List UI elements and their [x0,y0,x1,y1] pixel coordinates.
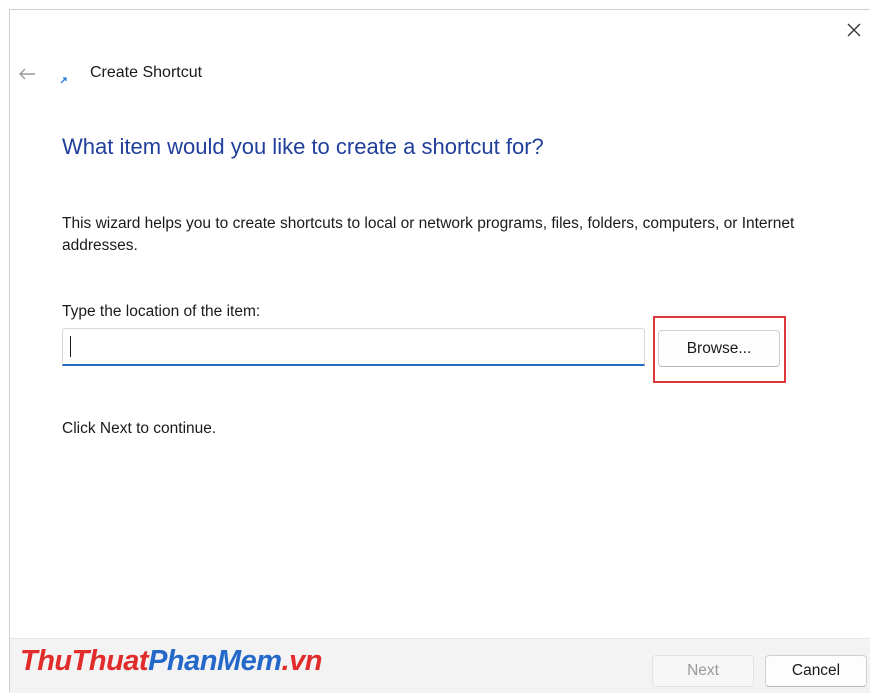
watermark-part1: ThuThuat [20,645,149,677]
shortcut-arrow-icon [58,74,70,86]
location-input-container [62,328,645,366]
close-button[interactable] [842,18,866,42]
watermark-part2: PhanMem [148,645,282,677]
watermark-logo: ThuThuatPhanMem.vn [20,645,322,678]
location-label: Type the location of the item: [62,303,261,320]
wizard-description: This wizard helps you to create shortcut… [62,215,795,254]
window-title: Create Shortcut [90,64,203,81]
cancel-button[interactable]: Cancel [765,655,867,687]
page-heading: What item would you like to create a sho… [62,134,544,159]
back-button[interactable] [14,64,40,84]
watermark-part3: .vn [281,645,323,677]
next-button[interactable]: Next [652,655,754,687]
location-input[interactable] [63,329,644,364]
create-shortcut-dialog: Create Shortcut What item would you like… [9,9,870,693]
close-icon [847,23,861,37]
browse-button[interactable]: Browse... [658,330,780,367]
text-caret [70,336,71,357]
status-text: Click Next to continue. [62,420,217,437]
back-arrow-icon [19,68,35,80]
